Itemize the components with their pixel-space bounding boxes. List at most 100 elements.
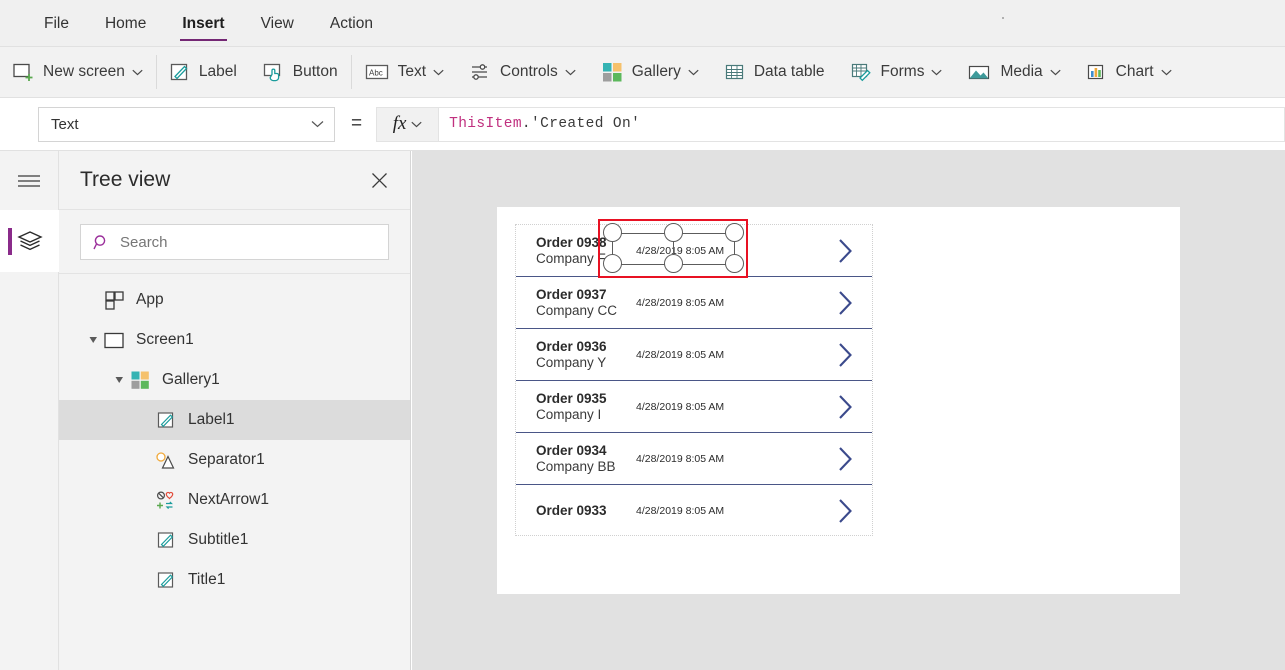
- gallery-row[interactable]: Order 0937 Company CC 4/28/2019 8:05 AM: [516, 277, 872, 329]
- chevron-down-icon: [433, 69, 444, 76]
- formula-bar-row: Text = fx ThisItem .'Created On': [0, 98, 1285, 151]
- ribbon-label: New screen: [43, 63, 125, 80]
- gallery-row-title: Order 0938: [536, 234, 607, 250]
- gallery-row[interactable]: Order 0934 Company BB 4/28/2019 8:05 AM: [516, 433, 872, 485]
- gallery-row-title: Order 0935: [536, 390, 607, 406]
- gallery-row-texts: Order 0934 Company BB: [536, 443, 624, 475]
- app-screen[interactable]: Order 0938 Company F 4/28/2019 8:05 AM O…: [497, 207, 1180, 594]
- ribbon-controls[interactable]: Controls: [457, 47, 589, 97]
- gallery-row-subtitle: Company Y: [536, 354, 607, 370]
- ribbon-label-text: Text: [397, 63, 427, 80]
- menu-item-home[interactable]: Home: [95, 0, 156, 47]
- gallery-control[interactable]: Order 0938 Company F 4/28/2019 8:05 AM O…: [515, 224, 873, 536]
- gallery-row-date: 4/28/2019 8:05 AM: [636, 244, 725, 257]
- tree-node-subtitle1[interactable]: Subtitle1: [59, 520, 410, 560]
- insert-ribbon: New screen Label Button Abc Text Control…: [0, 47, 1285, 98]
- menu-item-action[interactable]: Action: [320, 0, 383, 47]
- search-placeholder: Search: [120, 233, 168, 251]
- tree-node-app[interactable]: App: [59, 280, 410, 320]
- search-input[interactable]: Search: [80, 224, 389, 260]
- ribbon-media[interactable]: Media: [955, 47, 1073, 97]
- tree-view-header: Tree view: [59, 151, 410, 210]
- chart-bar-icon: [1087, 63, 1107, 82]
- gallery-row-title: Order 0936: [536, 338, 607, 354]
- ribbon-label-text: Button: [292, 63, 338, 80]
- chevron-right-icon[interactable]: [837, 498, 854, 524]
- tree-node-list: App Screen1 Gallery1 Label1 Separator1 N…: [59, 274, 410, 600]
- chevron-down-icon: [1160, 69, 1172, 76]
- chevron-down-icon: [565, 69, 576, 76]
- close-icon[interactable]: [367, 168, 392, 193]
- ribbon-new-screen[interactable]: New screen: [0, 47, 156, 97]
- chevron-down-icon: [132, 69, 143, 76]
- menu-item-label: Action: [329, 14, 373, 32]
- gallery-row-texts: Order 0935 Company I: [536, 391, 624, 423]
- gallery-row-texts: Order 0937 Company CC: [536, 287, 624, 319]
- label-icon: [153, 411, 179, 430]
- formula-object-token: ThisItem: [449, 116, 522, 132]
- chevron-right-icon[interactable]: [837, 394, 854, 420]
- gallery-row[interactable]: Order 0935 Company I 4/28/2019 8:05 AM: [516, 381, 872, 433]
- gallery-row-date: 4/28/2019 8:05 AM: [636, 400, 725, 413]
- separator-icon: [153, 451, 179, 470]
- tree-node-label: Title1: [188, 571, 226, 588]
- button-icon: [263, 62, 284, 82]
- tree-node-label: Gallery1: [162, 371, 220, 388]
- gallery-row[interactable]: Order 0936 Company Y 4/28/2019 8:05 AM: [516, 329, 872, 381]
- chevron-down-icon: [411, 121, 423, 128]
- tree-node-title1[interactable]: Title1: [59, 560, 410, 600]
- fx-button[interactable]: fx: [376, 106, 440, 142]
- tree-view-title: Tree view: [80, 168, 171, 191]
- ribbon-button[interactable]: Button: [250, 47, 351, 97]
- ribbon-data-table[interactable]: Data table: [712, 47, 838, 97]
- gallery-row-title: Order 0937: [536, 286, 607, 302]
- menu-item-file[interactable]: File: [34, 0, 79, 47]
- property-selector[interactable]: Text: [38, 106, 335, 142]
- ribbon-label[interactable]: Label: [157, 47, 250, 97]
- tree-node-label: Screen1: [136, 331, 194, 348]
- menu-item-label: Insert: [182, 14, 225, 32]
- tree-node-separator1[interactable]: Separator1: [59, 440, 410, 480]
- equals-sign: =: [351, 113, 363, 134]
- gallery-row-date: 4/28/2019 8:05 AM: [636, 348, 725, 361]
- app-icon: [101, 290, 127, 310]
- chevron-right-icon[interactable]: [837, 290, 854, 316]
- gallery-row[interactable]: Order 0938 Company F 4/28/2019 8:05 AM: [516, 225, 872, 277]
- tree-node-screen1[interactable]: Screen1: [59, 320, 410, 360]
- hamburger-menu-button[interactable]: [0, 151, 58, 210]
- ribbon-label-text: Label: [198, 63, 237, 80]
- gallery-row-subtitle: Company CC: [536, 302, 618, 318]
- ribbon-label-text: Chart: [1115, 63, 1154, 80]
- gallery-row-date: 4/28/2019 8:05 AM: [636, 296, 725, 309]
- gallery-icon: [127, 371, 153, 390]
- chevron-right-icon[interactable]: [837, 342, 854, 368]
- ribbon-forms[interactable]: Forms: [838, 47, 956, 97]
- menu-bar: File Home Insert View Action: [0, 0, 1285, 47]
- gallery-grid-icon: [602, 62, 623, 83]
- gallery-row-title: Order 0934: [536, 442, 607, 458]
- rail-button-tree-view[interactable]: [0, 210, 59, 272]
- menu-item-insert[interactable]: Insert: [172, 0, 234, 47]
- ribbon-text[interactable]: Abc Text: [352, 47, 457, 97]
- gallery-row[interactable]: Order 0933 4/28/2019 8:05 AM: [516, 485, 872, 535]
- tree-node-gallery1[interactable]: Gallery1: [59, 360, 410, 400]
- twisty-expanded-icon[interactable]: [111, 376, 127, 385]
- chevron-right-icon[interactable]: [837, 446, 854, 472]
- forms-icon: [851, 62, 872, 82]
- chevron-right-icon[interactable]: [837, 238, 854, 264]
- left-icon-rail: [0, 151, 59, 670]
- gallery-row-texts: Order 0938 Company F: [536, 235, 624, 267]
- ribbon-label-text: Data table: [753, 63, 825, 80]
- tree-node-label: Separator1: [188, 451, 265, 468]
- menu-item-view[interactable]: View: [251, 0, 304, 47]
- ribbon-gallery[interactable]: Gallery: [589, 47, 712, 97]
- tree-node-label: NextArrow1: [188, 491, 269, 508]
- menu-item-label: File: [44, 14, 69, 32]
- twisty-expanded-icon[interactable]: [85, 336, 101, 345]
- formula-input[interactable]: ThisItem .'Created On': [439, 106, 1285, 142]
- tree-node-nextarrow1[interactable]: NextArrow1: [59, 480, 410, 520]
- ribbon-chart[interactable]: Chart: [1074, 47, 1185, 97]
- label-icon: [170, 62, 190, 82]
- tree-node-label: Subtitle1: [188, 531, 249, 548]
- tree-node-label1[interactable]: Label1: [59, 400, 410, 440]
